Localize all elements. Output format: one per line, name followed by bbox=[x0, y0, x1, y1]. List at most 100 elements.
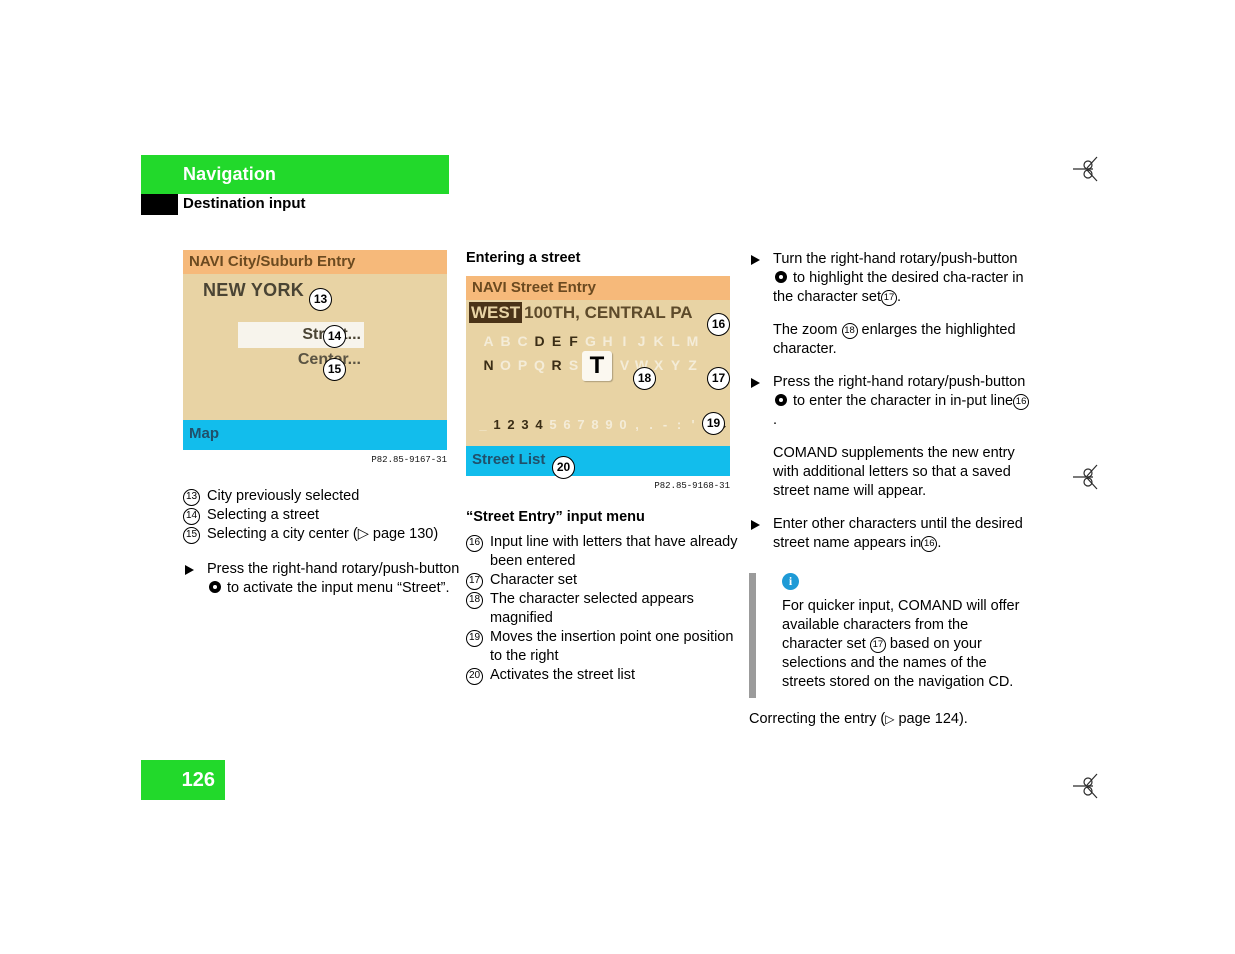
charset-key-6[interactable]: 6 bbox=[560, 417, 574, 432]
input-entered-text: WEST bbox=[469, 302, 523, 323]
legend-item: 16 Input line with letters that have alr… bbox=[466, 533, 749, 571]
charset-key-0[interactable]: 0 bbox=[616, 417, 630, 432]
callout-17: 17 bbox=[707, 367, 730, 390]
info-note-text: For quicker input, COMAND will offer ava… bbox=[782, 597, 1032, 692]
reference-number: 18 bbox=[841, 323, 858, 339]
reference-number: 17 bbox=[881, 290, 897, 306]
charset-key-9[interactable]: 9 bbox=[602, 417, 616, 432]
charset-key-F[interactable]: F bbox=[565, 333, 582, 349]
navi-number-row[interactable]: _1234567890,.-:'/→ bbox=[476, 416, 729, 434]
charset-key-L[interactable]: L bbox=[667, 333, 684, 349]
charset-key-E[interactable]: E bbox=[548, 333, 565, 349]
step-activate-input-menu: Press the right-hand rotary/push-button … bbox=[183, 560, 466, 598]
bullet-triangle-icon bbox=[185, 565, 194, 575]
legend-item: 18 The character selected appears magnif… bbox=[466, 590, 749, 628]
step-turn-rotary: Turn the right-hand rotary/push-button t… bbox=[749, 250, 1032, 307]
charset-key-V[interactable]: V bbox=[616, 357, 633, 373]
charset-key-G[interactable]: G bbox=[582, 333, 599, 349]
figure-city-entry: NAVI City/Suburb Entry NEW YORK Street..… bbox=[183, 250, 466, 465]
charset-key-O[interactable]: O bbox=[497, 357, 514, 373]
street-list-button-label: Street List bbox=[472, 451, 546, 468]
middle-column: Entering a street NAVI Street Entry WEST… bbox=[466, 250, 749, 685]
rotary-push-button-icon bbox=[209, 581, 221, 593]
step-text-end: . bbox=[773, 412, 778, 428]
correcting-entry-reference: Correcting the entry (▷ page 124). bbox=[749, 710, 1032, 729]
legend-number: 16 bbox=[466, 535, 483, 552]
legend-number: 14 bbox=[183, 508, 200, 525]
right-column: Turn the right-hand rotary/push-button t… bbox=[749, 250, 1032, 729]
info-note-box: i For quicker input, COMAND will offer a… bbox=[749, 573, 1032, 698]
figure-street-entry: NAVI Street Entry WEST 100TH, CENTRAL PA … bbox=[466, 276, 749, 491]
legend-number: 19 bbox=[466, 630, 483, 647]
charset-row-2[interactable]: NOPQRSTUVWXYZT bbox=[480, 351, 720, 381]
reference-number: 17 bbox=[869, 637, 886, 653]
reference-number: 16 bbox=[1013, 394, 1030, 410]
charset-key-P[interactable]: P bbox=[514, 357, 531, 373]
left-column: NAVI City/Suburb Entry NEW YORK Street..… bbox=[183, 250, 466, 612]
legend-text: Input line with letters that have alread… bbox=[490, 534, 738, 569]
navi-street-screen: NAVI Street Entry WEST 100TH, CENTRAL PA … bbox=[466, 276, 730, 476]
charset-key-A[interactable]: A bbox=[480, 333, 497, 349]
page-number-box: 126 bbox=[141, 760, 225, 800]
charset-key-1[interactable]: 1 bbox=[490, 417, 504, 432]
charset-key--[interactable]: - bbox=[658, 417, 672, 432]
step-text-part1: Enter other characters until the desired… bbox=[773, 516, 1023, 551]
callout-19: 19 bbox=[702, 412, 725, 435]
tail-text-pre: Correcting the entry ( bbox=[749, 711, 886, 727]
navi-city-bottombar[interactable]: Map bbox=[183, 420, 447, 450]
section-marker-box bbox=[141, 194, 178, 215]
charset-key-,[interactable]: , bbox=[630, 417, 644, 432]
legend-number: 15 bbox=[183, 527, 200, 544]
charset-key-:[interactable]: : bbox=[672, 417, 686, 432]
charset-key-7[interactable]: 7 bbox=[574, 417, 588, 432]
charset-key-I[interactable]: I bbox=[616, 333, 633, 349]
charset-key-Y[interactable]: Y bbox=[667, 357, 684, 373]
chapter-title: Navigation bbox=[183, 164, 277, 184]
legend-text: City previously selected bbox=[207, 488, 360, 504]
rotary-push-button-icon bbox=[775, 394, 787, 406]
charset-key-5[interactable]: 5 bbox=[546, 417, 560, 432]
legend-number: 13 bbox=[183, 489, 200, 506]
charset-key-J[interactable]: J bbox=[633, 333, 650, 349]
navi-city-title: NAVI City/Suburb Entry bbox=[189, 253, 356, 270]
legend-item: 14 Selecting a street bbox=[183, 506, 466, 525]
charset-key-M[interactable]: M bbox=[684, 333, 701, 349]
zoom-text-pre: The zoom bbox=[773, 322, 838, 338]
legend-text: Character set bbox=[490, 572, 578, 588]
charset-key-S[interactable]: S bbox=[565, 357, 582, 373]
charset-key-3[interactable]: 3 bbox=[518, 417, 532, 432]
navi-street-bottombar[interactable]: Street List bbox=[466, 446, 730, 476]
charset-key-2[interactable]: 2 bbox=[504, 417, 518, 432]
figure-city-caption: P82.85-9167-31 bbox=[371, 455, 447, 465]
navi-city-titlebar: NAVI City/Suburb Entry bbox=[183, 250, 447, 274]
legend-city-list: 13 City previously selected 14 Selecting… bbox=[183, 487, 466, 544]
legend-text: Moves the insertion point one position t… bbox=[490, 629, 734, 664]
charset-key-4[interactable]: 4 bbox=[532, 417, 546, 432]
charset-key-K[interactable]: K bbox=[650, 333, 667, 349]
legend-item: 13 City previously selected bbox=[183, 487, 466, 506]
navi-character-set[interactable]: ABCDEFGHIJKLM NOPQRSTUVWXYZT bbox=[480, 332, 720, 381]
page-number: 126 bbox=[181, 769, 215, 791]
charset-key-R[interactable]: R bbox=[548, 357, 565, 373]
charset-key-_[interactable]: _ bbox=[476, 417, 490, 432]
figure-street-caption: P82.85-9168-31 bbox=[654, 481, 730, 491]
navi-street-input-line[interactable]: WEST 100TH, CENTRAL PA bbox=[469, 302, 693, 324]
charset-key-8[interactable]: 8 bbox=[588, 417, 602, 432]
legend-text: Activates the street list bbox=[490, 667, 636, 683]
charset-key-D[interactable]: D bbox=[531, 333, 548, 349]
charset-key-Q[interactable]: Q bbox=[531, 357, 548, 373]
entering-a-street-heading: Entering a street bbox=[466, 250, 581, 266]
charset-key-Z[interactable]: Z bbox=[684, 357, 701, 373]
charset-key-N[interactable]: N bbox=[480, 357, 497, 373]
step-text-end: . bbox=[897, 289, 902, 305]
charset-key-C[interactable]: C bbox=[514, 333, 531, 349]
selected-character-zoom: T bbox=[582, 351, 612, 381]
charset-key-B[interactable]: B bbox=[497, 333, 514, 349]
charset-key-H[interactable]: H bbox=[599, 333, 616, 349]
callout-18: 18 bbox=[633, 367, 656, 390]
legend-street-list: 16 Input line with letters that have alr… bbox=[466, 533, 749, 685]
crop-mark-top bbox=[1073, 156, 1107, 182]
charset-key-.[interactable]: . bbox=[644, 417, 658, 432]
step-text-part2: to enter the character in in-put line bbox=[793, 393, 1014, 409]
charset-key-'[interactable]: ' bbox=[686, 417, 700, 432]
